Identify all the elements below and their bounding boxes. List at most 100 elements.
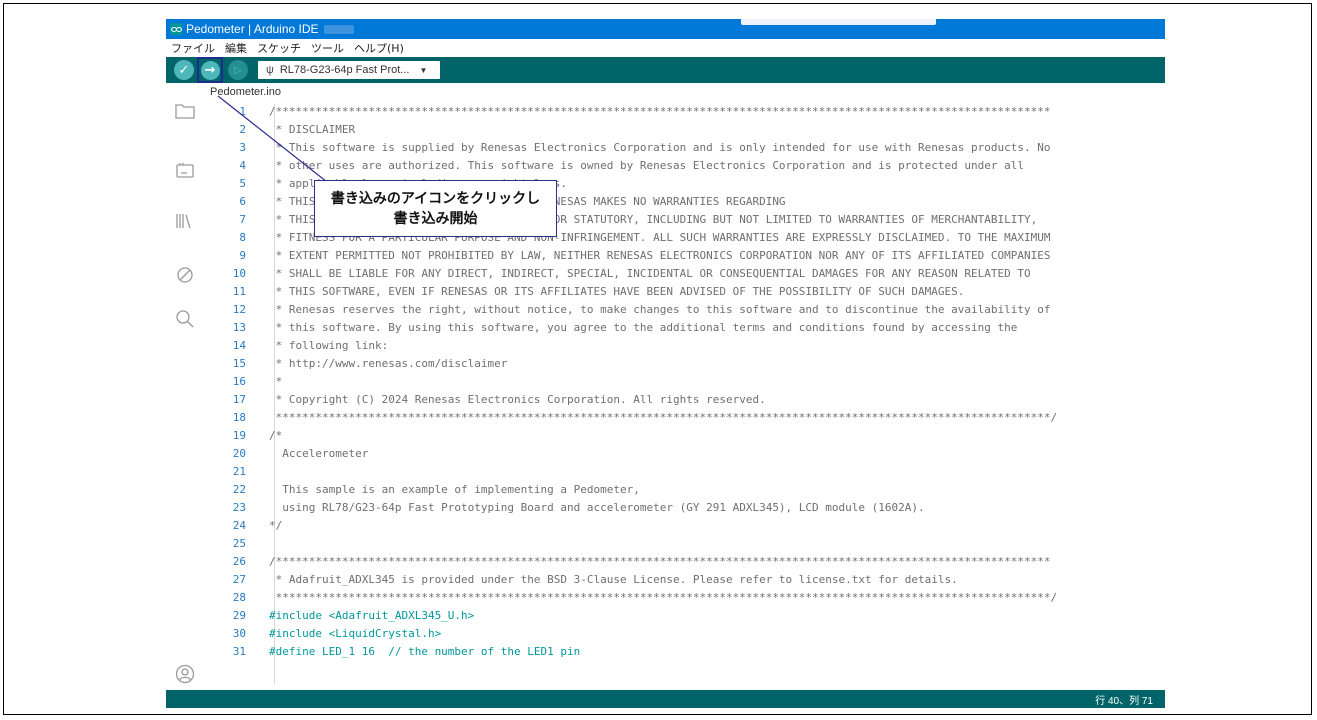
line-number: 25	[232, 537, 246, 550]
menu-help[interactable]: ヘルプ(H)	[354, 40, 404, 56]
code-line: 31 #define LED_1 16 // the number of the …	[204, 643, 1165, 661]
line-number: 9	[239, 249, 246, 262]
code-text: #include <Adafruit_ADXL345_U.h>	[269, 609, 475, 622]
code-text: * following link:	[269, 339, 389, 352]
boards-manager-icon[interactable]	[174, 160, 196, 182]
code-line: 4 * other uses are authorized. This soft…	[204, 157, 1165, 175]
code-text: * Renesas reserves the right, without no…	[269, 303, 1051, 316]
line-number: 30	[232, 627, 246, 640]
line-number: 26	[232, 555, 246, 568]
menu-file[interactable]: ファイル	[171, 40, 215, 56]
code-text: Accelerometer	[269, 447, 369, 460]
line-number: 13	[232, 321, 246, 334]
code-line: 10 * SHALL BE LIABLE FOR ANY DIRECT, IND…	[204, 265, 1165, 283]
code-line: 15 * http://www.renesas.com/disclaimer	[204, 355, 1165, 373]
code-line: 1 /**************************************…	[204, 103, 1165, 121]
status-bar: 行 40、列 71	[166, 690, 1165, 708]
code-line: 30 #include <LiquidCrystal.h>	[204, 625, 1165, 643]
code-text: This sample is an example of implementin…	[269, 483, 640, 496]
check-icon: ✓	[178, 62, 190, 78]
line-number: 16	[232, 375, 246, 388]
line-number: 8	[239, 231, 246, 244]
line-number: 2	[239, 123, 246, 136]
code-text: using RL78/G23-64p Fast Prototyping Boar…	[269, 501, 925, 514]
code-text: #include <LiquidCrystal.h>	[269, 627, 442, 640]
cursor-position: 行 40、列 71	[1095, 695, 1153, 707]
search-icon[interactable]	[174, 308, 196, 330]
toolbar: ✓ → ▷ ψ RL78-G23-64p Fast Prot... ▼	[166, 57, 1165, 83]
upload-button[interactable]: →	[200, 60, 220, 80]
title-search-box[interactable]	[741, 19, 936, 25]
code-line: 16 *	[204, 373, 1165, 391]
code-line: 12 * Renesas reserves the right, without…	[204, 301, 1165, 319]
code-line: 11 * THIS SOFTWARE, EVEN IF RENESAS OR I…	[204, 283, 1165, 301]
title-bar: Pedometer | Arduino IDE	[166, 19, 1165, 39]
menu-sketch[interactable]: スケッチ	[257, 40, 301, 56]
callout-line-2: 書き込み開始	[393, 210, 478, 227]
line-number: 4	[239, 159, 246, 172]
sidebar	[166, 83, 204, 690]
callout-line-1: 書き込みのアイコンをクリックし	[330, 190, 541, 207]
code-text: * this software. By using this software,…	[269, 321, 1018, 334]
board-selector[interactable]: ψ RL78-G23-64p Fast Prot... ▼	[258, 61, 440, 79]
code-line: 3 * This software is supplied by Renesas…	[204, 139, 1165, 157]
line-number: 12	[232, 303, 246, 316]
debug-button[interactable]: ▷	[228, 60, 248, 80]
debug-icon[interactable]	[174, 264, 196, 286]
code-line: 13 * this software. By using this softwa…	[204, 319, 1165, 337]
code-line: 17 * Copyright (C) 2024 Renesas Electron…	[204, 391, 1165, 409]
code-line: 29 #include <Adafruit_ADXL345_U.h>	[204, 607, 1165, 625]
line-number: 27	[232, 573, 246, 586]
code-line: 28 *************************************…	[204, 589, 1165, 607]
code-text: ****************************************…	[269, 591, 1058, 604]
code-line: 26 /*************************************…	[204, 553, 1165, 571]
code-text: * Copyright (C) 2024 Renesas Electronics…	[269, 393, 766, 406]
line-number: 29	[232, 609, 246, 622]
code-text: * SHALL BE LIABLE FOR ANY DIRECT, INDIRE…	[269, 267, 1031, 280]
line-number: 5	[239, 177, 246, 190]
code-text: /***************************************…	[269, 555, 1051, 568]
code-line: 27 * Adafruit_ADXL345 is provided under …	[204, 571, 1165, 589]
line-number: 24	[232, 519, 246, 532]
code-text: * Adafruit_ADXL345 is provided under the…	[269, 573, 958, 586]
code-text: * other uses are authorized. This softwa…	[269, 159, 1024, 172]
line-number: 22	[232, 483, 246, 496]
line-number: 3	[239, 141, 246, 154]
verify-button[interactable]: ✓	[174, 60, 194, 80]
code-line: 25	[204, 535, 1165, 553]
usb-icon: ψ	[266, 64, 274, 76]
code-text: ****************************************…	[269, 411, 1058, 424]
line-number: 31	[232, 645, 246, 658]
line-number: 14	[232, 339, 246, 352]
chevron-down-icon: ▼	[419, 65, 428, 75]
upload-button-highlight: →	[197, 57, 223, 83]
code-line: 14 * following link:	[204, 337, 1165, 355]
code-line: 18 *************************************…	[204, 409, 1165, 427]
line-number: 17	[232, 393, 246, 406]
code-text: /*	[269, 429, 283, 442]
account-icon[interactable]	[174, 663, 196, 685]
line-number: 21	[232, 465, 246, 478]
code-text: */	[269, 519, 283, 532]
library-manager-icon[interactable]	[174, 210, 196, 232]
sketchbook-folder-icon[interactable]	[174, 100, 196, 122]
line-number: 20	[232, 447, 246, 460]
code-line: 20 Accelerometer	[204, 445, 1165, 463]
arduino-logo-icon	[170, 23, 182, 35]
code-text: * This software is supplied by Renesas E…	[269, 141, 1051, 154]
code-line: 24 */	[204, 517, 1165, 535]
debug-play-icon: ▷	[234, 64, 242, 76]
code-text: * DISCLAIMER	[269, 123, 356, 136]
redacted-version	[323, 24, 354, 34]
code-text: #define LED_1 16 // the number of the LE…	[269, 645, 581, 658]
menu-edit[interactable]: 編集	[225, 40, 247, 56]
tab-pedometer-ino[interactable]: Pedometer.ino	[210, 83, 330, 101]
menu-tools[interactable]: ツール	[311, 40, 344, 56]
menu-bar: ファイル 編集 スケッチ ツール ヘルプ(H)	[166, 39, 1165, 57]
arduino-ide-window: Pedometer | Arduino IDE ファイル 編集 スケッチ ツール…	[166, 19, 1165, 708]
window-title: Pedometer | Arduino IDE	[186, 22, 319, 36]
line-number: 6	[239, 195, 246, 208]
code-line: 9 * EXTENT PERMITTED NOT PROHIBITED BY L…	[204, 247, 1165, 265]
code-line: 19 /*	[204, 427, 1165, 445]
line-number: 19	[232, 429, 246, 442]
